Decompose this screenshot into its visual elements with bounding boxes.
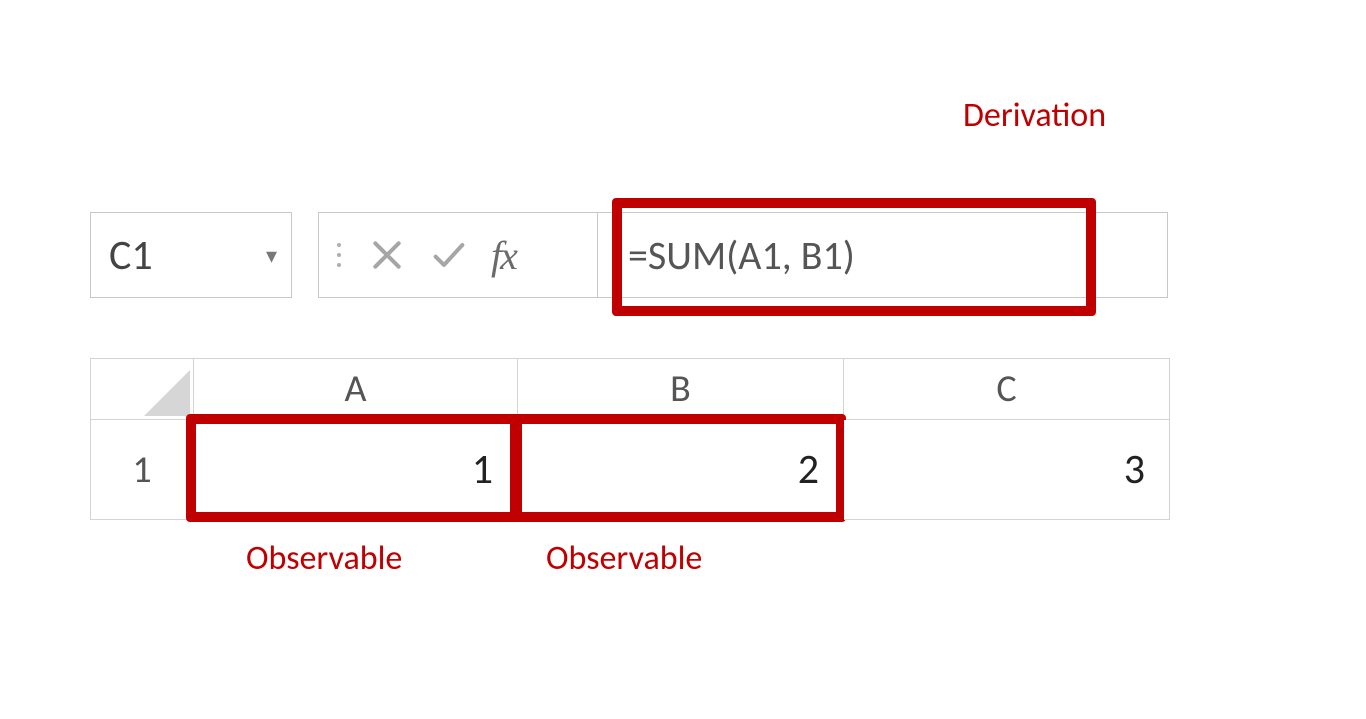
highlight-box-b1 xyxy=(512,414,846,522)
name-box-value: C1 xyxy=(109,230,266,281)
cell-c1[interactable]: 3 xyxy=(844,420,1170,520)
column-header-c[interactable]: C xyxy=(844,358,1170,420)
fx-icon[interactable]: fx xyxy=(491,232,516,279)
cell-b1[interactable]: 2 xyxy=(518,420,844,520)
chevron-down-icon[interactable]: ▾ xyxy=(266,242,277,269)
cancel-icon[interactable] xyxy=(367,235,407,275)
cell-c1-value: 3 xyxy=(1124,444,1145,495)
corner-triangle-icon xyxy=(144,370,190,416)
formula-bar-buttons: fx xyxy=(318,212,598,298)
cell-b1-value: 2 xyxy=(798,444,819,495)
row-header-1[interactable]: 1 xyxy=(90,420,194,520)
highlight-box-a1 xyxy=(186,414,520,522)
select-all-corner[interactable] xyxy=(90,358,194,420)
annotation-observable-a: Observable xyxy=(246,538,402,579)
spreadsheet-grid: A B C 1 1 2 3 xyxy=(90,358,1170,520)
annotation-observable-b: Observable xyxy=(546,538,702,579)
enter-check-icon[interactable] xyxy=(429,235,469,275)
cell-a1-value: 1 xyxy=(472,444,493,495)
name-box[interactable]: C1 ▾ xyxy=(90,212,292,298)
formula-bar: C1 ▾ fx =SUM(A1, B1) xyxy=(90,212,1168,298)
column-header-a[interactable]: A xyxy=(194,358,518,420)
column-header-b[interactable]: B xyxy=(518,358,844,420)
annotation-derivation: Derivation xyxy=(963,95,1106,136)
grip-dots-icon xyxy=(337,243,341,267)
cell-a1[interactable]: 1 xyxy=(194,420,518,520)
formula-input[interactable]: =SUM(A1, B1) xyxy=(598,212,1168,298)
